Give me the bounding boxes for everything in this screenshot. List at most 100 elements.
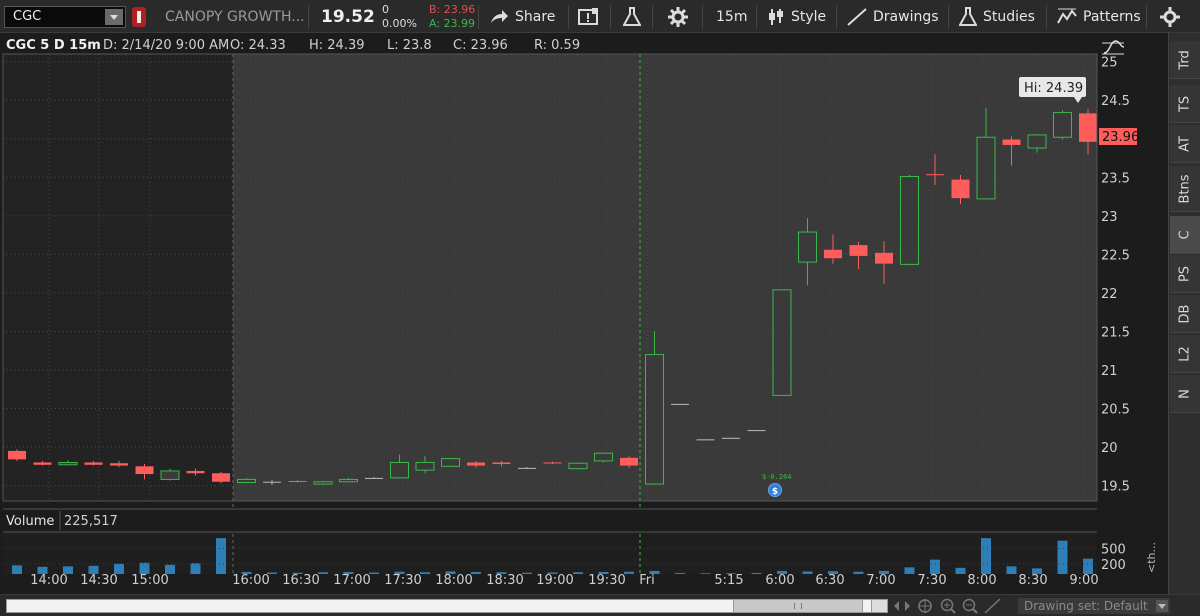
candle-body <box>849 245 868 256</box>
side-tab-ps[interactable]: PS <box>1170 255 1200 293</box>
high-label: Hi: 24.39 <box>1024 81 1083 96</box>
scrollbar-thumb[interactable] <box>733 600 863 612</box>
side-tab-label: L2 <box>1177 345 1193 362</box>
fit-icon[interactable] <box>894 601 910 611</box>
chart-range: R: 0.59 <box>534 38 580 53</box>
candle-body <box>33 462 52 465</box>
dividend-marker-label: $-0.264 <box>762 473 792 481</box>
candle-body <box>415 461 435 471</box>
volume-bar <box>1057 540 1068 574</box>
flask-icon <box>959 6 977 27</box>
symbol-dropdown-icon[interactable] <box>105 9 123 25</box>
flask-button[interactable] <box>623 0 641 33</box>
side-tab-ts[interactable]: TS <box>1170 85 1200 123</box>
candle-body <box>824 249 842 259</box>
price-tick-label: 22.5 <box>1101 248 1130 263</box>
candle-body <box>518 467 536 469</box>
zoom-out-icon[interactable] <box>962 598 978 614</box>
candles-icon <box>767 8 785 26</box>
symbol-input[interactable]: CGC <box>4 6 126 28</box>
volume-value: 225,517 <box>64 514 118 529</box>
chart-close: C: 23.96 <box>453 38 508 53</box>
volume-bar <box>1083 558 1093 574</box>
candle-body <box>212 473 230 482</box>
timeframe-button[interactable]: 15m <box>716 0 747 33</box>
candle-body <box>645 354 664 485</box>
more-button[interactable] <box>1160 0 1180 33</box>
link-flag-icon[interactable] <box>132 7 146 27</box>
extended-hours-shade <box>3 54 233 501</box>
side-tab-btns[interactable]: Btns <box>1170 166 1200 212</box>
volume-bar <box>190 563 201 574</box>
horizontal-scrollbar[interactable] <box>6 599 888 613</box>
drawings-button[interactable]: Drawings <box>847 0 939 33</box>
message-alert-icon <box>578 7 600 26</box>
chart-area[interactable]: 2524.52423.52322.52221.52120.52019.5 500… <box>0 33 1168 594</box>
candle-body <box>722 437 740 439</box>
volume-bar <box>802 571 813 574</box>
side-tab-l2[interactable]: L2 <box>1170 335 1200 373</box>
side-tab-strip: Trd TS AT Btns C PS DB L2 N <box>1168 33 1200 594</box>
candle-body <box>339 478 358 483</box>
alert-button[interactable] <box>578 0 600 33</box>
side-tab-c[interactable]: C <box>1170 216 1200 254</box>
time-tick-label: 17:30 <box>384 573 421 588</box>
time-tick-label: 15:00 <box>131 573 168 588</box>
price-tick-label: 25 <box>1101 56 1118 71</box>
candle-body <box>875 252 893 264</box>
time-tick-label: 7:30 <box>917 573 946 588</box>
side-tab-db[interactable]: DB <box>1170 295 1200 333</box>
share-label: Share <box>515 8 556 25</box>
drawing-set-label: Drawing set: Default <box>1024 599 1148 613</box>
candle-body <box>313 481 333 485</box>
style-button[interactable]: Style <box>767 0 826 33</box>
drawing-set-select[interactable]: Drawing set: Default <box>1018 598 1170 614</box>
candle-body <box>365 477 383 479</box>
candle-body <box>747 430 766 432</box>
volume-bar <box>675 572 685 574</box>
volume-bar <box>1006 566 1017 574</box>
price-chart[interactable]: 2524.52423.52322.52221.52120.52019.5 500… <box>0 33 1168 594</box>
price-tick-label: 24.5 <box>1101 94 1130 109</box>
volume-bar <box>904 567 915 574</box>
chevron-down-icon[interactable] <box>1156 600 1168 612</box>
candle-body <box>926 174 944 176</box>
candle-body <box>441 458 460 467</box>
candle-body <box>798 231 817 263</box>
candle-body <box>951 179 970 199</box>
candle-body <box>110 463 128 466</box>
candle-body <box>186 470 205 474</box>
settings-button[interactable] <box>668 0 688 33</box>
chart-open: O: 24.33 <box>230 38 286 53</box>
patterns-button[interactable]: Patterns <box>1057 0 1141 33</box>
time-tick-label: 7:00 <box>866 573 895 588</box>
side-tab-n[interactable]: N <box>1170 375 1200 413</box>
side-tab-label: Btns <box>1177 173 1193 204</box>
time-tick-label: 6:00 <box>765 573 794 588</box>
style-label: Style <box>791 8 827 25</box>
side-tab-at[interactable]: AT <box>1170 125 1200 163</box>
candle-body <box>492 462 511 465</box>
scrollbar-end-button[interactable] <box>871 600 887 612</box>
volume-tick-label: 200 <box>1101 558 1126 573</box>
time-tick-label: 18:00 <box>435 573 472 588</box>
side-tab-trd[interactable]: Trd <box>1170 41 1200 79</box>
crosshair-icon[interactable] <box>918 599 932 613</box>
price-tick-label: 20.5 <box>1101 403 1130 418</box>
side-overflow-label: <th... <box>1145 542 1158 573</box>
candle-body <box>900 176 919 265</box>
candle-body <box>976 136 996 200</box>
share-button[interactable]: Share <box>489 0 555 33</box>
candle-body <box>696 439 715 441</box>
studies-button[interactable]: Studies <box>959 0 1035 33</box>
candle-body <box>620 457 638 466</box>
zoom-in-icon[interactable] <box>940 598 956 614</box>
candle-body <box>1079 113 1097 142</box>
price-tick-label: 20 <box>1101 441 1118 456</box>
time-tick-label: Fri <box>639 573 655 588</box>
draw-line-icon[interactable] <box>984 598 1001 614</box>
patterns-label: Patterns <box>1083 8 1141 25</box>
earnings-event-icon[interactable]: $ <box>768 483 782 498</box>
volume-bar <box>573 572 583 574</box>
candle-body <box>8 450 26 460</box>
